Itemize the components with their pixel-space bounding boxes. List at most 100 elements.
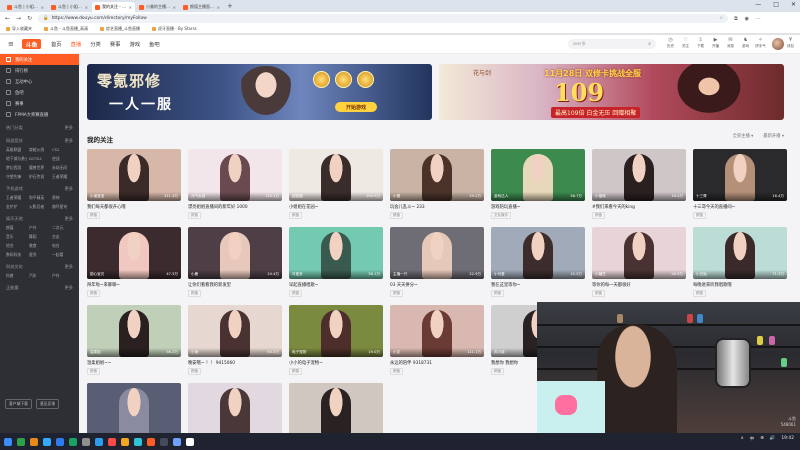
bookmark-star-icon[interactable]: ☆ (719, 16, 723, 21)
sidebar-category-link[interactable]: 原神 (52, 195, 73, 201)
sidebar-category-link[interactable]: 永劫无间 (52, 165, 73, 171)
sidebar-section-more[interactable]: 更多 (65, 264, 73, 270)
sidebar-category-link[interactable]: 王者荣耀 (6, 195, 27, 201)
stream-title[interactable]: 拜年啦~来聊聊~ (87, 282, 181, 288)
taskbar-app-icon[interactable] (56, 437, 64, 446)
stream-thumbnail[interactable]: 可爱多 58.1万 (289, 227, 383, 279)
category-tag[interactable]: 颜值 (188, 290, 201, 297)
stream-title[interactable]: 等你的每一天都很好 (592, 282, 686, 288)
stream-thumbnail[interactable]: 甜心宝贝 47.5万 (87, 227, 181, 279)
stream-card[interactable]: 小猫咪 16.4万 #我们来看今天的king 颜值 (592, 149, 686, 219)
tray-item[interactable]: 中 (750, 436, 754, 442)
browser-tab[interactable]: 斗鱼 | 小姐姐直播_美女直播✕ (48, 2, 91, 12)
category-tag[interactable]: 颜值 (592, 212, 605, 219)
sidebar-category-link[interactable]: 和平精英 (29, 195, 50, 201)
stream-thumbnail[interactable]: 十三哥 16.4万 (693, 149, 787, 201)
stream-card[interactable]: 小溪宝宝 311.4万 我们每天都很开心哦 颜值 (87, 149, 181, 219)
sidebar-section-more[interactable]: 更多 (65, 216, 73, 222)
sidebar-category-link[interactable]: 综艺 (6, 243, 27, 249)
sidebar-category-link[interactable]: 电台 (52, 243, 73, 249)
feedback-button[interactable]: 意见反馈 (35, 399, 60, 409)
stream-card[interactable]: 电子宠物 19.0万 小小的电子宠物~ 颜值 (289, 305, 383, 375)
client-download-button[interactable]: 客户端下载 (5, 399, 32, 409)
header-icon-4[interactable]: ✉ 消息 (725, 37, 736, 49)
sidebar-category-link[interactable]: 科普 (6, 273, 27, 279)
category-tag[interactable]: 颜值 (390, 368, 403, 375)
sidebar-section-more[interactable]: 更多 (65, 186, 73, 192)
sidebar-section-more[interactable]: 更多 (65, 125, 73, 131)
sidebar-category-link[interactable]: 地下城与勇士 (6, 156, 27, 162)
sidebar-item[interactable]: 鱼吧 (0, 87, 79, 98)
stream-card[interactable]: 元气女孩 120.1万 漂亮姐姐直播间的新年好 1000 颜值 (188, 149, 282, 219)
taskbar-app-icon[interactable] (30, 437, 38, 446)
close-window-button[interactable]: ✕ (791, 1, 796, 8)
stream-card[interactable]: 小白兔 71.5万 每晚进来听我唱歌哦 颜值 (693, 227, 787, 297)
minimize-button[interactable]: — (755, 1, 761, 8)
reload-icon[interactable]: ↻ (27, 15, 32, 22)
stream-title[interactable]: #我们来看今天的king (592, 204, 686, 210)
sidebar-item[interactable]: 赛事 (0, 98, 79, 109)
stream-card[interactable]: 温柔姐 56.2万 温柔姐姐~~ 颜值 (87, 305, 181, 375)
stream-thumbnail[interactable]: 小花 111.1万 (390, 305, 484, 357)
nav-item[interactable]: 游戏 (129, 40, 140, 48)
nav-item[interactable]: 鱼吧 (149, 40, 160, 48)
stream-card[interactable]: 小鹿 24.4万 让你们看看我的新发型 颜值 (188, 227, 282, 297)
taskbar-app-icon[interactable] (69, 437, 77, 446)
taskbar-app-icon[interactable] (160, 437, 168, 446)
sidebar-category-link[interactable]: DOTA2 (29, 156, 50, 162)
category-tag[interactable]: 颜值 (87, 368, 100, 375)
bookmark-item[interactable]: 斗鱼 - 斗鱼直播_高清 (44, 26, 88, 32)
tray-item[interactable]: ⊕ (760, 436, 764, 442)
bookmark-item[interactable]: 综艺直播_斗鱼直播 (100, 26, 140, 32)
category-tag[interactable]: 颜值 (592, 290, 605, 297)
category-tag[interactable]: 颜值 (390, 212, 403, 219)
game-ad-banner[interactable]: 零氪邪修 一人一服 开始游戏 (87, 64, 432, 120)
taskbar-app-icon[interactable] (134, 437, 142, 446)
url-field[interactable]: 🔒 https://www.douyu.com/directory/myFoll… (38, 14, 729, 23)
stream-title[interactable]: 晚安哦~ ！！ 9415060 (188, 360, 282, 366)
tab-close-icon[interactable]: ✕ (41, 5, 44, 10)
back-icon[interactable]: ← (5, 15, 10, 22)
sidebar-category-link[interactable]: 王者荣耀 (52, 174, 73, 180)
stream-thumbnail[interactable] (289, 383, 383, 433)
taskbar-app-icon[interactable] (147, 437, 155, 446)
douyu-logo[interactable]: 斗鱼 (22, 39, 41, 49)
category-tag[interactable]: 颜值 (188, 212, 201, 219)
extensions-icon[interactable]: ⧉ (734, 16, 738, 22)
sidebar-category-link[interactable]: 逆战 (52, 156, 73, 162)
stream-thumbnail[interactable] (188, 383, 282, 433)
nav-item[interactable]: 首页 (51, 40, 62, 48)
taskbar-app-icon[interactable] (173, 437, 181, 446)
stream-thumbnail[interactable]: 小白兔 71.5万 (693, 227, 787, 279)
sidebar-category-link[interactable]: 崩坏星穹 (52, 204, 73, 210)
stream-card[interactable]: 游戏达人 58.7万 游戏陪玩直播~ 交友娱乐 (491, 149, 585, 219)
stream-title[interactable]: 我们每天都很开心哦 (87, 204, 181, 210)
category-tag[interactable]: 颜值 (693, 290, 706, 297)
stream-title[interactable]: 漂亮姐姐直播间的新年好 1000 (188, 204, 282, 210)
sidebar-category-link[interactable]: 户外 (52, 273, 73, 279)
sidebar-category-link[interactable]: 金铲铲 (6, 204, 27, 210)
category-tag[interactable]: 颜值 (491, 368, 504, 375)
sidebar-item[interactable]: 我的关注 (0, 54, 79, 65)
stream-thumbnail[interactable]: 小雨 40.5万 (188, 305, 282, 357)
sidebar-category-link[interactable]: 梦幻西游 (6, 165, 27, 171)
stream-card[interactable] (188, 383, 282, 433)
stream-card[interactable]: 小糖豆 28.9万等你的每一天都很好 颜值 (592, 227, 686, 297)
sort-latest[interactable]: 最新开播 ▾ (763, 133, 784, 139)
header-icon-1[interactable]: ♡ 关注 (680, 37, 691, 49)
stream-card[interactable]: 甜心宝贝 47.5万 拜年啦~来聊聊~ 颜值 (87, 227, 181, 297)
stream-thumbnail[interactable]: 小糖豆 28.9万 (592, 227, 686, 279)
sidebar-promo[interactable]: FPMA大师赛直播 (0, 109, 79, 120)
hamburger-menu-icon[interactable]: ≡ (8, 40, 22, 48)
stream-title[interactable]: 游戏陪玩直播~ (491, 204, 585, 210)
header-icon-0[interactable]: ◷ 历史 (665, 37, 676, 49)
browser-tab[interactable]: 颜值主播直播间 - 斗鱼✕ (180, 2, 223, 12)
sidebar-category-link[interactable]: 一起看 (52, 252, 73, 258)
stream-title[interactable]: 玩会儿乱斗~ 233 (390, 204, 484, 210)
sidebar-category-link[interactable]: 星秀 (29, 252, 50, 258)
sidebar-category-link[interactable]: 音乐 (6, 234, 27, 240)
stream-card[interactable]: 小雪 29.2万 玩会儿乱斗~ 233 颜值 (390, 149, 484, 219)
sidebar-section-more[interactable]: 更多 (65, 138, 73, 144)
sidebar-category-link[interactable]: 美食 (29, 243, 50, 249)
stream-title[interactable]: 我在这里等你~ (491, 282, 585, 288)
